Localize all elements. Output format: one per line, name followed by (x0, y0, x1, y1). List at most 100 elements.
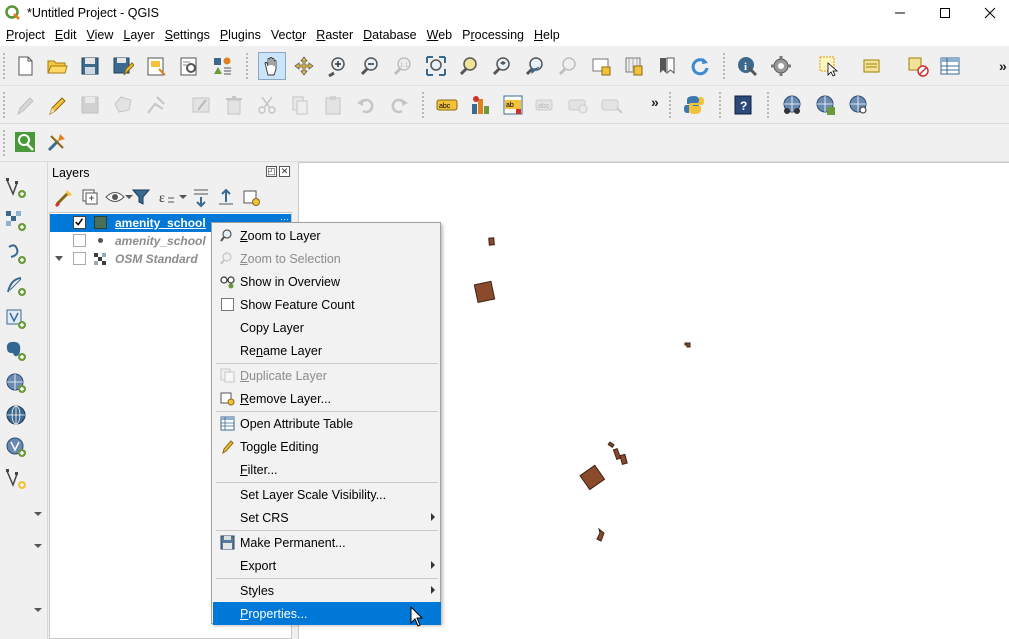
menu-item-open-attribute-table[interactable]: Open Attribute Table (213, 412, 441, 435)
add-raster-layer-icon[interactable] (4, 209, 28, 233)
new-bookmark-icon[interactable] (655, 54, 679, 78)
menu-item-set-crs[interactable]: Set CRS (213, 506, 441, 529)
menu-item-zoom-to-layer[interactable]: Zoom to Layer (213, 224, 441, 247)
add-vector-layer-icon[interactable] (4, 176, 28, 200)
layer-labeling-icon[interactable]: abc (435, 93, 459, 117)
save-edits-icon[interactable] (78, 93, 102, 117)
current-edits-icon[interactable] (13, 93, 37, 117)
add-wms-layer-icon[interactable] (4, 371, 28, 395)
wms-server-icon[interactable] (813, 93, 837, 117)
dropdown-arrow[interactable] (34, 544, 42, 548)
menu-item-show-feature-count[interactable]: Show Feature Count (213, 293, 441, 316)
menu-project[interactable]: Project (1, 25, 50, 46)
minimize-button[interactable] (877, 0, 923, 25)
deselect-features-icon[interactable] (906, 54, 930, 78)
zoom-in-icon[interactable] (325, 54, 349, 78)
add-delimited-text-icon[interactable] (4, 242, 28, 266)
modify-attributes-icon[interactable] (189, 93, 213, 117)
zoom-to-layer-icon[interactable] (490, 54, 514, 78)
menu-settings[interactable]: Settings (160, 25, 215, 46)
new-shapefile-layer-icon[interactable] (4, 467, 28, 491)
menu-vector[interactable]: Vector (266, 25, 311, 46)
help-contents-icon[interactable]: ? (731, 93, 755, 117)
locator-search-icon[interactable] (13, 130, 37, 154)
toggle-editing-icon[interactable] (45, 93, 69, 117)
undo-icon[interactable] (354, 93, 378, 117)
menu-processing[interactable]: Processing (457, 25, 529, 46)
save-project-icon[interactable] (78, 54, 102, 78)
add-wfs-layer-icon[interactable] (4, 403, 28, 427)
layer-visibility-checkbox[interactable] (73, 234, 86, 247)
menu-item-filter[interactable]: Filter... (213, 458, 441, 481)
expand-arrow-icon[interactable] (55, 256, 63, 261)
filter-by-expression-icon[interactable]: ε (154, 185, 178, 209)
zoom-out-icon[interactable] (358, 54, 382, 78)
add-virtual-layer-icon[interactable] (4, 307, 28, 331)
layer-diagram-icon[interactable] (468, 93, 492, 117)
add-postgis-layer-icon[interactable] (4, 339, 28, 363)
menu-help[interactable]: Help (529, 25, 565, 46)
menu-item-zoom-to-selection[interactable]: Zoom to Selection (213, 247, 441, 270)
toolbar-grip[interactable] (723, 53, 726, 79)
toolbar-grip[interactable] (246, 53, 249, 79)
new-project-icon[interactable] (13, 54, 37, 78)
copy-features-icon[interactable] (288, 93, 312, 117)
select-features-icon[interactable] (815, 54, 843, 78)
filter-legend-icon[interactable] (129, 185, 153, 209)
python-console-icon[interactable] (682, 93, 706, 117)
save-as-icon[interactable] (111, 54, 135, 78)
menu-item-toggle-editing[interactable]: Toggle Editing (213, 435, 441, 458)
add-wcs-layer-icon[interactable] (4, 435, 28, 459)
expand-all-icon[interactable] (189, 185, 213, 209)
menu-raster[interactable]: Raster (311, 25, 358, 46)
add-polygon-feature-icon[interactable] (111, 93, 135, 117)
action-gear-icon[interactable] (769, 54, 793, 78)
plugin-tool-icon[interactable] (45, 130, 69, 154)
add-group-icon[interactable] (78, 185, 102, 209)
menu-item-export[interactable]: Export (213, 554, 441, 577)
pan-to-selection-icon[interactable] (292, 54, 316, 78)
toolbar-overflow-icon[interactable]: » (651, 94, 659, 110)
menu-layer[interactable]: Layer (118, 25, 159, 46)
style-manager-icon[interactable] (210, 54, 234, 78)
menu-item-rename-layer[interactable]: Rename Layer (213, 339, 441, 362)
delete-selected-icon[interactable] (222, 93, 246, 117)
layer-visibility-checkbox[interactable] (73, 252, 86, 265)
open-layer-styling-icon[interactable] (53, 185, 77, 209)
toolbar-grip[interactable] (669, 92, 672, 118)
vertex-tool-icon[interactable] (144, 93, 168, 117)
menu-edit[interactable]: Edit (50, 25, 82, 46)
dropdown-arrow[interactable] (179, 195, 187, 199)
toolbar-grip[interactable] (767, 92, 770, 118)
highlight-pinned-labels-icon[interactable]: ab (501, 93, 525, 117)
menu-web[interactable]: Web (422, 25, 457, 46)
toolbar-grip[interactable] (3, 92, 6, 118)
dropdown-arrow[interactable] (34, 608, 42, 612)
metasearch-icon[interactable] (780, 93, 804, 117)
layout-manager-icon[interactable] (177, 54, 201, 78)
menu-item-remove-layer[interactable]: Remove Layer... (213, 387, 441, 410)
menu-view[interactable]: View (81, 25, 118, 46)
menu-database[interactable]: Database (358, 25, 422, 46)
menu-plugins[interactable]: Plugins (215, 25, 266, 46)
zoom-last-icon[interactable] (523, 54, 547, 78)
menu-item-duplicate-layer[interactable]: Duplicate Layer (213, 364, 441, 387)
paste-features-icon[interactable] (321, 93, 345, 117)
dropdown-arrow[interactable] (34, 512, 42, 516)
collapse-all-icon[interactable] (214, 185, 238, 209)
menu-item-show-in-overview[interactable]: Show in Overview (213, 270, 441, 293)
zoom-next-icon[interactable] (556, 54, 580, 78)
new-3d-map-view-icon[interactable] (622, 54, 646, 78)
menu-item-set-layer-scale-visibility[interactable]: Set Layer Scale Visibility... (213, 483, 441, 506)
float-panel-button[interactable]: ◰ (266, 166, 277, 177)
web-search-icon[interactable] (846, 93, 870, 117)
toolbar-grip[interactable] (719, 92, 722, 118)
close-button[interactable] (967, 0, 1009, 25)
identify-features-icon[interactable]: i (735, 54, 759, 78)
move-label-icon[interactable] (600, 93, 624, 117)
toolbar-overflow-icon[interactable]: » (999, 58, 1007, 74)
zoom-to-selection-icon[interactable] (457, 54, 481, 78)
menu-item-styles[interactable]: Styles (213, 579, 441, 602)
open-attribute-table-toolbar-icon[interactable] (938, 54, 962, 78)
open-project-icon[interactable] (45, 54, 69, 78)
